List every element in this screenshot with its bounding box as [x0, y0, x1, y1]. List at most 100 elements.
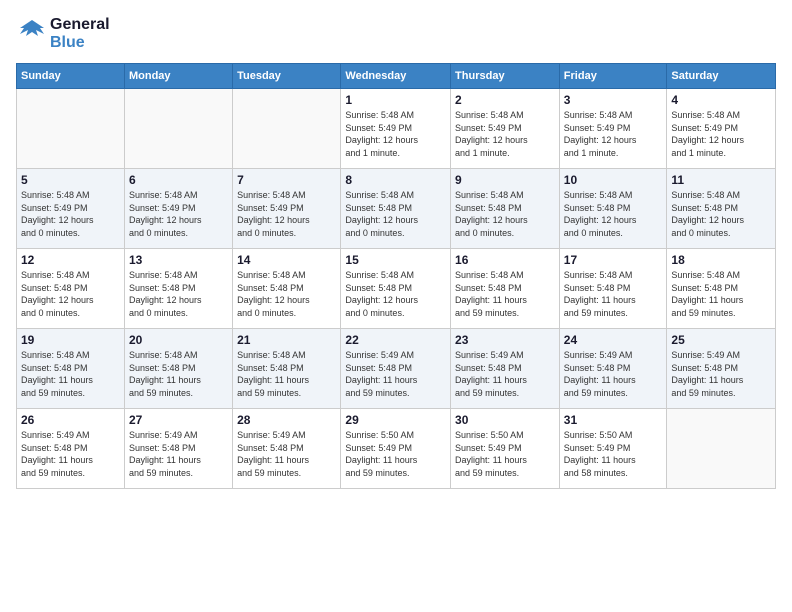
calendar-cell: 26 Sunrise: 5:49 AM Sunset: 5:48 PM Dayli…: [17, 409, 125, 489]
day-number: 10: [564, 173, 663, 187]
calendar-cell: 7Sunrise: 5:48 AM Sunset: 5:49 PM Daylig…: [233, 169, 341, 249]
day-info: Sunrise: 5:50 AM Sunset: 5:49 PM Dayligh…: [564, 429, 663, 479]
day-number: 12: [21, 253, 120, 267]
day-number: 7: [237, 173, 336, 187]
logo-bird-icon: [16, 18, 48, 50]
page-header: General Blue: [16, 16, 776, 51]
day-info: Sunrise: 5:50 AM Sunset: 5:49 PM Dayligh…: [455, 429, 555, 479]
calendar-cell: [667, 409, 776, 489]
calendar-cell: 19Sunrise: 5:48 AM Sunset: 5:48 PM Dayli…: [17, 329, 125, 409]
day-number: 20: [129, 333, 228, 347]
day-info: Sunrise: 5:48 AM Sunset: 5:49 PM Dayligh…: [564, 109, 663, 159]
day-number: 3: [564, 93, 663, 107]
day-number: 2: [455, 93, 555, 107]
day-number: 5: [21, 173, 120, 187]
day-info: Sunrise: 5:48 AM Sunset: 5:48 PM Dayligh…: [455, 189, 555, 239]
day-info: Sunrise: 5:48 AM Sunset: 5:49 PM Dayligh…: [455, 109, 555, 159]
weekday-header: Wednesday: [341, 64, 451, 89]
day-info: Sunrise: 5:48 AM Sunset: 5:48 PM Dayligh…: [564, 269, 663, 319]
calendar-cell: [124, 89, 232, 169]
day-info: Sunrise: 5:48 AM Sunset: 5:48 PM Dayligh…: [671, 269, 771, 319]
day-info: Sunrise: 5:49 AM Sunset: 5:48 PM Dayligh…: [455, 349, 555, 399]
weekday-header: Thursday: [451, 64, 560, 89]
day-info: Sunrise: 5:48 AM Sunset: 5:48 PM Dayligh…: [129, 349, 228, 399]
day-info: Sunrise: 5:48 AM Sunset: 5:48 PM Dayligh…: [345, 189, 446, 239]
logo: General Blue: [16, 16, 110, 51]
calendar-cell: 8 Sunrise: 5:48 AM Sunset: 5:48 PM Daylig…: [341, 169, 451, 249]
day-info: Sunrise: 5:48 AM Sunset: 5:48 PM Dayligh…: [671, 189, 771, 239]
day-info: Sunrise: 5:48 AM Sunset: 5:48 PM Dayligh…: [129, 269, 228, 319]
day-number: 27: [129, 413, 228, 427]
day-info: Sunrise: 5:48 AM Sunset: 5:48 PM Dayligh…: [564, 189, 663, 239]
day-info: Sunrise: 5:48 AM Sunset: 5:49 PM Dayligh…: [671, 109, 771, 159]
weekday-header: Monday: [124, 64, 232, 89]
day-number: 9: [455, 173, 555, 187]
day-number: 31: [564, 413, 663, 427]
day-number: 18: [671, 253, 771, 267]
calendar-cell: 29 Sunrise: 5:50 AM Sunset: 5:49 PM Dayli…: [341, 409, 451, 489]
calendar-cell: 12 Sunrise: 5:48 AM Sunset: 5:48 PM Dayli…: [17, 249, 125, 329]
calendar-table: SundayMondayTuesdayWednesdayThursdayFrid…: [16, 63, 776, 489]
day-number: 28: [237, 413, 336, 427]
day-info: Sunrise: 5:48 AM Sunset: 5:49 PM Dayligh…: [345, 109, 446, 159]
logo-blue: Blue: [50, 34, 85, 51]
calendar-cell: [17, 89, 125, 169]
calendar-cell: 30 Sunrise: 5:50 AM Sunset: 5:49 PM Dayli…: [451, 409, 560, 489]
calendar-cell: 4 Sunrise: 5:48 AM Sunset: 5:49 PM Daylig…: [667, 89, 776, 169]
day-number: 19: [21, 333, 120, 347]
day-info: Sunrise: 5:49 AM Sunset: 5:48 PM Dayligh…: [345, 349, 446, 399]
day-info: Sunrise: 5:50 AM Sunset: 5:49 PM Dayligh…: [345, 429, 446, 479]
day-number: 8: [345, 173, 446, 187]
logo-general: General: [50, 16, 110, 33]
calendar-cell: 24Sunrise: 5:49 AM Sunset: 5:48 PM Dayli…: [559, 329, 667, 409]
weekday-header: Friday: [559, 64, 667, 89]
day-info: Sunrise: 5:49 AM Sunset: 5:48 PM Dayligh…: [129, 429, 228, 479]
day-info: Sunrise: 5:48 AM Sunset: 5:48 PM Dayligh…: [237, 349, 336, 399]
day-number: 11: [671, 173, 771, 187]
calendar-week-row: 5 Sunrise: 5:48 AM Sunset: 5:49 PM Daylig…: [17, 169, 776, 249]
weekday-header: Tuesday: [233, 64, 341, 89]
calendar-cell: 6Sunrise: 5:48 AM Sunset: 5:49 PM Daylig…: [124, 169, 232, 249]
calendar-week-row: 26 Sunrise: 5:49 AM Sunset: 5:48 PM Dayli…: [17, 409, 776, 489]
calendar-header-row: SundayMondayTuesdayWednesdayThursdayFrid…: [17, 64, 776, 89]
day-info: Sunrise: 5:49 AM Sunset: 5:48 PM Dayligh…: [21, 429, 120, 479]
calendar-cell: 25 Sunrise: 5:49 AM Sunset: 5:48 PM Dayli…: [667, 329, 776, 409]
day-number: 1: [345, 93, 446, 107]
day-info: Sunrise: 5:48 AM Sunset: 5:49 PM Dayligh…: [21, 189, 120, 239]
calendar-cell: 11 Sunrise: 5:48 AM Sunset: 5:48 PM Dayli…: [667, 169, 776, 249]
calendar-cell: 27 Sunrise: 5:49 AM Sunset: 5:48 PM Dayli…: [124, 409, 232, 489]
calendar-cell: 10 Sunrise: 5:48 AM Sunset: 5:48 PM Dayli…: [559, 169, 667, 249]
day-number: 30: [455, 413, 555, 427]
day-number: 23: [455, 333, 555, 347]
day-info: Sunrise: 5:48 AM Sunset: 5:48 PM Dayligh…: [455, 269, 555, 319]
day-number: 29: [345, 413, 446, 427]
weekday-header: Saturday: [667, 64, 776, 89]
calendar-week-row: 12 Sunrise: 5:48 AM Sunset: 5:48 PM Dayli…: [17, 249, 776, 329]
day-number: 24: [564, 333, 663, 347]
calendar-cell: 31 Sunrise: 5:50 AM Sunset: 5:49 PM Dayli…: [559, 409, 667, 489]
day-info: Sunrise: 5:49 AM Sunset: 5:48 PM Dayligh…: [237, 429, 336, 479]
day-number: 22: [345, 333, 446, 347]
day-number: 16: [455, 253, 555, 267]
calendar-cell: 22 Sunrise: 5:49 AM Sunset: 5:48 PM Dayli…: [341, 329, 451, 409]
calendar-cell: 1 Sunrise: 5:48 AM Sunset: 5:49 PM Daylig…: [341, 89, 451, 169]
calendar-cell: 23 Sunrise: 5:49 AM Sunset: 5:48 PM Dayli…: [451, 329, 560, 409]
weekday-header: Sunday: [17, 64, 125, 89]
day-number: 4: [671, 93, 771, 107]
calendar-cell: [233, 89, 341, 169]
calendar-cell: 17Sunrise: 5:48 AM Sunset: 5:48 PM Dayli…: [559, 249, 667, 329]
calendar-cell: 28 Sunrise: 5:49 AM Sunset: 5:48 PM Dayli…: [233, 409, 341, 489]
calendar-cell: 9 Sunrise: 5:48 AM Sunset: 5:48 PM Daylig…: [451, 169, 560, 249]
day-number: 15: [345, 253, 446, 267]
day-number: 25: [671, 333, 771, 347]
calendar-cell: 16 Sunrise: 5:48 AM Sunset: 5:48 PM Dayli…: [451, 249, 560, 329]
calendar-cell: 14Sunrise: 5:48 AM Sunset: 5:48 PM Dayli…: [233, 249, 341, 329]
day-info: Sunrise: 5:48 AM Sunset: 5:48 PM Dayligh…: [21, 269, 120, 319]
day-info: Sunrise: 5:49 AM Sunset: 5:48 PM Dayligh…: [671, 349, 771, 399]
day-number: 26: [21, 413, 120, 427]
calendar-cell: 13 Sunrise: 5:48 AM Sunset: 5:48 PM Dayli…: [124, 249, 232, 329]
day-number: 13: [129, 253, 228, 267]
calendar-cell: 21Sunrise: 5:48 AM Sunset: 5:48 PM Dayli…: [233, 329, 341, 409]
day-number: 14: [237, 253, 336, 267]
calendar-week-row: 1 Sunrise: 5:48 AM Sunset: 5:49 PM Daylig…: [17, 89, 776, 169]
